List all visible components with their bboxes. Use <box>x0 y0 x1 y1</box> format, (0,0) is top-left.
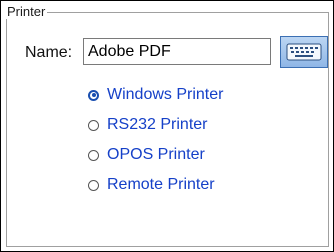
radio-opos-printer[interactable]: OPOS Printer <box>88 145 205 165</box>
printer-panel: Printer Name: Windows Printer RS232 Prin… <box>0 0 334 252</box>
radio-remote-printer[interactable]: Remote Printer <box>88 175 215 195</box>
radio-button[interactable] <box>88 149 99 161</box>
radio-button[interactable] <box>88 179 99 191</box>
name-label: Name: <box>25 44 73 61</box>
radio-windows-printer[interactable]: Windows Printer <box>88 85 223 105</box>
radio-label-remote-printer: Remote Printer <box>107 176 215 193</box>
radio-button-selected[interactable] <box>88 89 99 101</box>
radio-label-opos-printer: OPOS Printer <box>107 146 205 163</box>
radio-label-rs232-printer: RS232 Printer <box>107 116 208 133</box>
keyboard-icon <box>286 43 322 61</box>
on-screen-keyboard-button[interactable] <box>280 36 328 68</box>
radio-button[interactable] <box>88 119 99 131</box>
radio-label-windows-printer: Windows Printer <box>107 86 224 103</box>
printer-group-legend: Printer <box>5 4 48 19</box>
printer-name-input[interactable] <box>83 38 271 65</box>
radio-rs232-printer[interactable]: RS232 Printer <box>88 115 208 135</box>
